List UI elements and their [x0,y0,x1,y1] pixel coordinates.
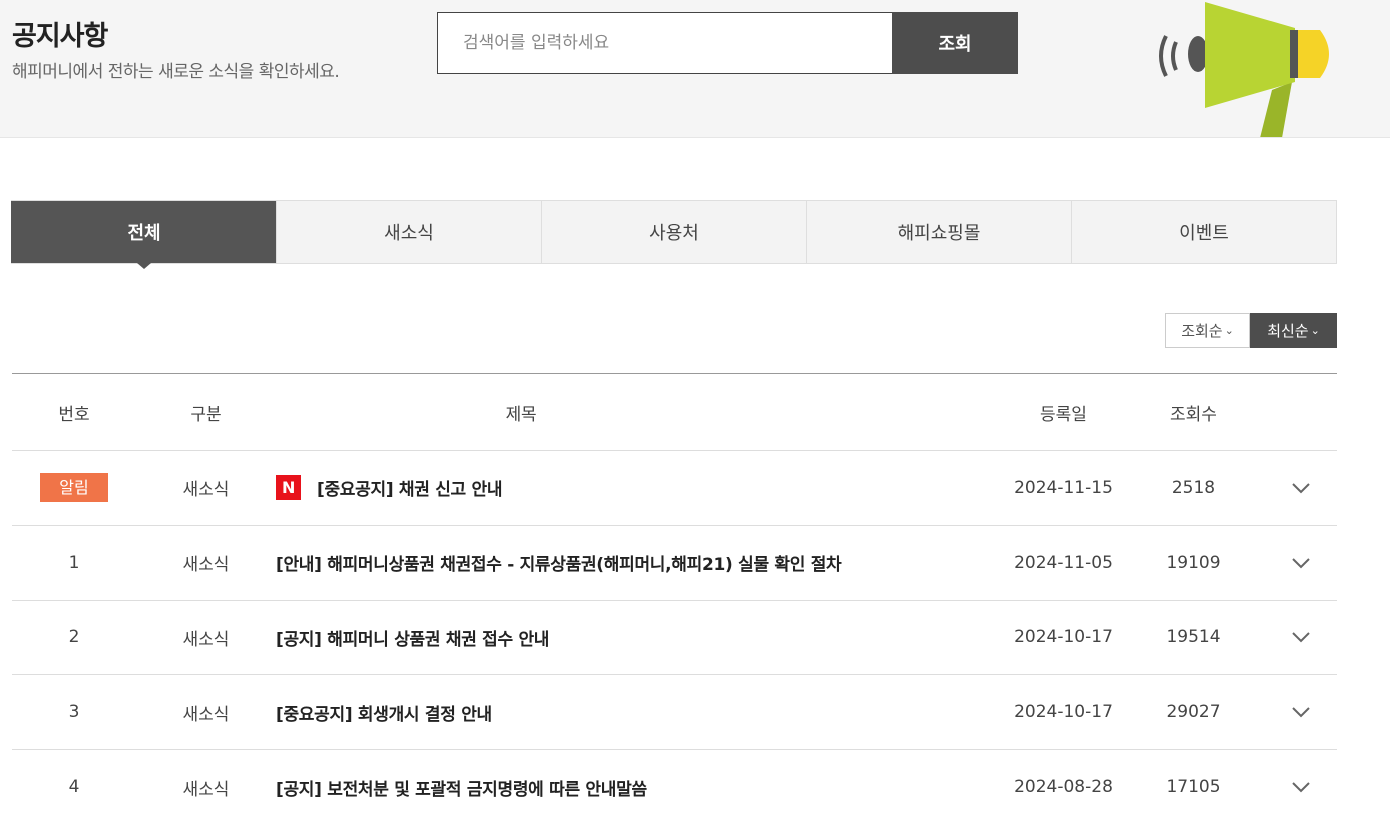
row-date: 2024-10-17 [1014,627,1113,648]
row-category: 새소식 [182,779,230,800]
row-date: 2024-11-05 [1014,552,1113,573]
sort-by-views-button[interactable]: 조회순 ⌄ [1165,313,1250,348]
alert-badge: 알림 [40,473,108,503]
page-header: 공지사항 해피머니에서 전하는 새로운 소식을 확인하세요. 조회 [0,0,1390,138]
row-title-link[interactable]: [공지] 해피머니 상품권 채권 접수 안내 [276,625,549,650]
header-date: 등록일 [1040,404,1087,425]
table-row[interactable]: 2 새소식 [공지] 해피머니 상품권 채권 접수 안내 2024-10-17 … [12,601,1337,676]
notice-table: 번호 구분 제목 등록일 조회수 알림 새소식 N [중요공지] 채권 신고 안… [12,373,1337,818]
table-row[interactable]: 알림 새소식 N [중요공지] 채권 신고 안내 2024-11-15 2518 [12,451,1337,526]
megaphone-icon [1159,2,1329,137]
row-views: 19109 [1166,552,1221,573]
chevron-down-icon: ⌄ [1310,324,1320,337]
row-category: 새소식 [182,480,230,501]
table-row[interactable]: 3 새소식 [중요공지] 회생개시 결정 안내 2024-10-17 29027 [12,675,1337,751]
row-category: 새소식 [182,555,230,576]
header-title: 제목 [505,404,537,425]
search-box [437,12,893,74]
expand-chevron-icon[interactable] [1266,557,1336,569]
expand-chevron-icon[interactable] [1266,781,1336,793]
expand-chevron-icon[interactable] [1266,706,1336,718]
row-num: 4 [68,777,80,798]
tab-stores[interactable]: 사용처 [541,201,806,263]
row-date: 2024-08-28 [1014,777,1113,798]
row-date: 2024-11-15 [1014,477,1113,498]
page-title: 공지사항 [12,21,108,52]
row-views: 19514 [1166,627,1221,648]
expand-chevron-icon[interactable] [1266,482,1336,494]
expand-chevron-icon[interactable] [1266,631,1336,643]
sort-options: 조회순 ⌄ 최신순 ⌄ [1165,313,1337,348]
row-num: 3 [68,702,80,723]
row-views: 2518 [1171,477,1216,498]
sort-by-latest-button[interactable]: 최신순 ⌄ [1250,313,1337,348]
new-badge: N [276,475,301,501]
category-tabs: 전체 새소식 사용처 해피쇼핑몰 이벤트 [11,200,1337,269]
row-category: 새소식 [182,629,230,650]
sort-latest-label: 최신순 [1267,322,1309,340]
table-header: 번호 구분 제목 등록일 조회수 [12,374,1337,451]
search-button[interactable]: 조회 [892,12,1018,74]
row-num: 1 [68,552,80,573]
row-num: 2 [68,627,80,648]
row-title-link[interactable]: [안내] 해피머니상품권 채권접수 - 지류상품권(해피머니,해피21) 실물 … [276,550,842,575]
row-title-link[interactable]: [중요공지] 회생개시 결정 안내 [276,700,492,725]
row-views: 29027 [1166,702,1221,723]
row-category: 새소식 [182,704,230,725]
row-title-link[interactable]: [중요공지] 채권 신고 안내 [317,475,503,500]
row-views: 17105 [1166,777,1221,798]
tab-events[interactable]: 이벤트 [1071,201,1336,263]
sort-views-label: 조회순 [1181,322,1223,340]
page-subtitle: 해피머니에서 전하는 새로운 소식을 확인하세요. [12,62,340,82]
table-row[interactable]: 1 새소식 [안내] 해피머니상품권 채권접수 - 지류상품권(해피머니,해피2… [12,526,1337,601]
tab-news[interactable]: 새소식 [276,201,541,263]
tab-happy-shopping-mall[interactable]: 해피쇼핑몰 [806,201,1071,263]
header-category: 구분 [190,404,222,425]
table-row[interactable]: 4 새소식 [공지] 보전처분 및 포괄적 금지명령에 따른 안내말씀 2024… [12,750,1337,818]
search-input[interactable] [438,13,892,73]
chevron-down-icon: ⌄ [1224,324,1234,337]
header-views: 조회수 [1170,404,1217,425]
header-num: 번호 [58,404,90,425]
row-title-link[interactable]: [공지] 보전처분 및 포괄적 금지명령에 따른 안내말씀 [276,775,647,800]
row-date: 2024-10-17 [1014,702,1113,723]
tab-all[interactable]: 전체 [11,201,276,269]
